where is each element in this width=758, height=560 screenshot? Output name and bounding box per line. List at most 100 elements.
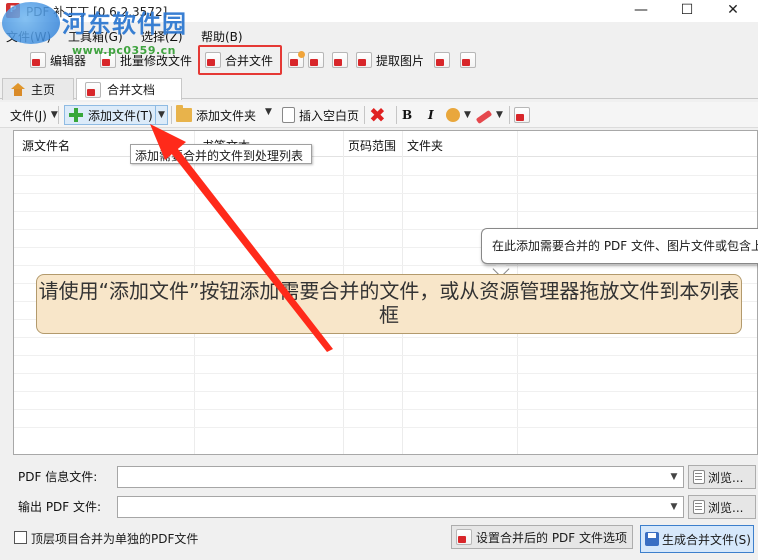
chevron-down-icon: ▼ (496, 110, 503, 120)
marker-button[interactable]: ▼ (475, 105, 503, 125)
pdf-merge-icon (205, 52, 221, 68)
toolbar-separator (396, 106, 397, 124)
tab-home-label: 主页 (31, 83, 56, 97)
file-menu-label: 文件(J) (10, 108, 47, 123)
menu-help[interactable]: 帮助(B) (201, 28, 243, 45)
drop-hint: 请使用“添加文件”按钮添加需要合并的文件，或从资源管理器拖放文件到本列表框 (36, 274, 742, 334)
watermark-url: www.pc0359.cn (72, 44, 177, 57)
add-file-label: 添加文件(T) (88, 108, 153, 123)
pdf-info-file-field[interactable]: ▼ (117, 466, 684, 488)
toolbar-separator (364, 106, 365, 124)
toolbar-separator (58, 106, 59, 124)
row-divider (14, 391, 757, 392)
row-divider (14, 265, 757, 266)
info-button[interactable] (460, 47, 476, 73)
merge-files-button[interactable]: 合并文件 (198, 45, 282, 75)
row-divider (14, 211, 757, 212)
minimize-button[interactable]: — (618, 0, 664, 22)
merge-toolbar: 文件(J) ▼ 添加文件(T) ▼ 添加文件夹 插入空白页 ✖ B I ▼ ▼ (0, 102, 758, 128)
column-folder[interactable]: 文件夹 (407, 137, 443, 154)
browse-info-button[interactable]: 浏览... (688, 465, 756, 489)
browse-output-button[interactable]: 浏览... (688, 495, 756, 519)
toplevel-merge-label: 顶层项目合并为单独的PDF文件 (31, 532, 199, 546)
column-page-range[interactable]: 页码范围 (348, 137, 396, 154)
browse-label: 浏览... (708, 500, 744, 515)
pdf-bookmark-icon (308, 52, 324, 68)
toolbar-separator (509, 106, 510, 124)
folder-icon (176, 105, 192, 122)
output-pdf-file-label: 输出 PDF 文件: (18, 500, 102, 514)
chevron-down-icon: ▼ (158, 110, 165, 120)
document-icon (693, 470, 705, 484)
delete-button[interactable]: ✖ (369, 103, 386, 127)
add-file-tooltip: 添加需要合并的文件到处理列表 (130, 144, 312, 164)
merge-settings-label: 设置合并后的 PDF 文件选项 (476, 530, 628, 545)
plus-icon (68, 107, 84, 123)
toolbar-separator (171, 106, 172, 124)
image-extract-icon (356, 52, 372, 68)
maximize-button[interactable]: ☐ (664, 0, 710, 22)
chevron-down-icon: ▼ (464, 110, 471, 120)
file-menu-dropdown[interactable]: 文件(J) ▼ (10, 105, 58, 125)
add-folder-dropdown[interactable]: ▼ (265, 107, 272, 117)
add-folder-button[interactable]: 添加文件夹 (176, 105, 256, 125)
row-divider (14, 373, 757, 374)
marker-icon (475, 109, 493, 125)
pdf-icon (30, 52, 46, 68)
merge-settings-button[interactable]: 设置合并后的 PDF 文件选项 (451, 525, 633, 549)
tab-merge-documents[interactable]: 合并文档 (76, 78, 182, 100)
pdf-settings-icon (456, 529, 472, 545)
row-divider (14, 427, 757, 428)
close-button[interactable]: ✕ (710, 0, 756, 22)
tab-home[interactable]: 主页 (2, 78, 74, 100)
merge-files-label: 合并文件 (225, 53, 274, 68)
pdf-merge-icon (85, 81, 101, 98)
watermark-logo (2, 2, 60, 44)
bookmark-style-button[interactable]: ▼ (446, 105, 471, 125)
output-pdf-file-field[interactable]: ▼ (117, 496, 684, 518)
help-bubble: 在此添加需要合并的 PDF 文件、图片文件或包含上 (481, 228, 758, 264)
tab-bar: 主页 合并文档 (0, 77, 758, 100)
file-list-header: 源文件名 书签文本 页码范围 文件夹 (14, 131, 757, 157)
add-file-dropdown[interactable]: ▼ (155, 106, 167, 124)
bookmark-style-icon (446, 108, 460, 122)
ocr-button[interactable] (288, 47, 305, 73)
add-file-button[interactable]: 添加文件(T) ▼ (64, 105, 168, 125)
generate-label: 生成合并文件(S) (662, 532, 751, 547)
pdf-settings-button[interactable] (514, 105, 530, 125)
italic-button[interactable]: I (428, 105, 434, 125)
row-divider (14, 193, 757, 194)
row-divider (14, 355, 757, 356)
browse-label: 浏览... (708, 470, 744, 485)
document-icon (693, 500, 705, 514)
render-page-button[interactable] (434, 47, 450, 73)
pdf-export-icon (332, 52, 348, 68)
pdf-render-icon (434, 52, 450, 68)
chevron-down-icon[interactable]: ▼ (665, 497, 683, 517)
insert-blank-page-button[interactable]: 插入空白页 (282, 105, 359, 125)
tab-merge-label: 合并文档 (107, 83, 156, 97)
insert-blank-label: 插入空白页 (299, 108, 360, 123)
export-info-button[interactable] (332, 47, 348, 73)
generate-merged-file-button[interactable]: 生成合并文件(S) (640, 525, 754, 553)
extract-images-button[interactable]: 提取图片 (356, 47, 424, 73)
watermark-name: 河东软件园 (62, 10, 187, 38)
column-source-file[interactable]: 源文件名 (22, 137, 70, 154)
toplevel-merge-checkbox[interactable] (14, 531, 27, 544)
save-icon (645, 532, 659, 546)
pdf-info-icon (460, 52, 476, 68)
bookmark-tool-button[interactable] (308, 47, 324, 73)
add-folder-label: 添加文件夹 (196, 108, 257, 123)
chevron-down-icon[interactable]: ▼ (665, 467, 683, 487)
pdf-ocr-icon (288, 51, 305, 68)
row-divider (14, 337, 757, 338)
bold-button[interactable]: B (402, 105, 412, 125)
row-divider (14, 409, 757, 410)
row-divider (14, 175, 757, 176)
delete-icon: ✖ (369, 103, 386, 127)
extract-images-label: 提取图片 (376, 53, 425, 68)
pdf-info-file-label: PDF 信息文件: (18, 470, 98, 484)
blank-page-icon (282, 107, 295, 123)
home-icon (11, 83, 25, 96)
pdf-settings-icon (514, 107, 530, 123)
